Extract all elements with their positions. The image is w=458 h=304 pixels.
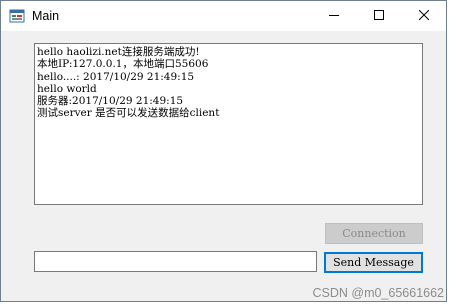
message-input[interactable] [34, 251, 317, 272]
minimize-icon [328, 7, 339, 25]
maximize-button[interactable] [356, 1, 401, 31]
log-line: hello haolizi.net连接服务端成功! [37, 46, 200, 58]
log-line: 测试server 是否可以发送数据给client [37, 107, 220, 120]
log-line: hello world [37, 82, 97, 95]
send-message-button[interactable]: Send Message [324, 252, 423, 273]
log-line: hello....: 2017/10/29 21:49:15 [37, 70, 195, 83]
minimize-button[interactable] [311, 1, 356, 31]
log-line: 本地IP:127.0.0.1，本地端口55606 [37, 58, 209, 71]
close-icon [418, 7, 429, 25]
main-window: Main hello haolizi.net连接服务端成功! 本地IP:127.… [0, 0, 447, 302]
window-title: Main [32, 9, 60, 23]
watermark-text: CSDN @m0_65661662 [312, 286, 444, 300]
form-app-icon [9, 8, 25, 24]
message-log-textbox[interactable]: hello haolizi.net连接服务端成功! 本地IP:127.0.0.1… [34, 43, 423, 205]
title-bar[interactable]: Main [1, 1, 446, 31]
maximize-icon [373, 7, 384, 25]
log-line: 服务器:2017/10/29 21:49:15 [37, 95, 184, 108]
close-button[interactable] [401, 1, 446, 31]
connection-button[interactable]: Connection [325, 223, 423, 244]
